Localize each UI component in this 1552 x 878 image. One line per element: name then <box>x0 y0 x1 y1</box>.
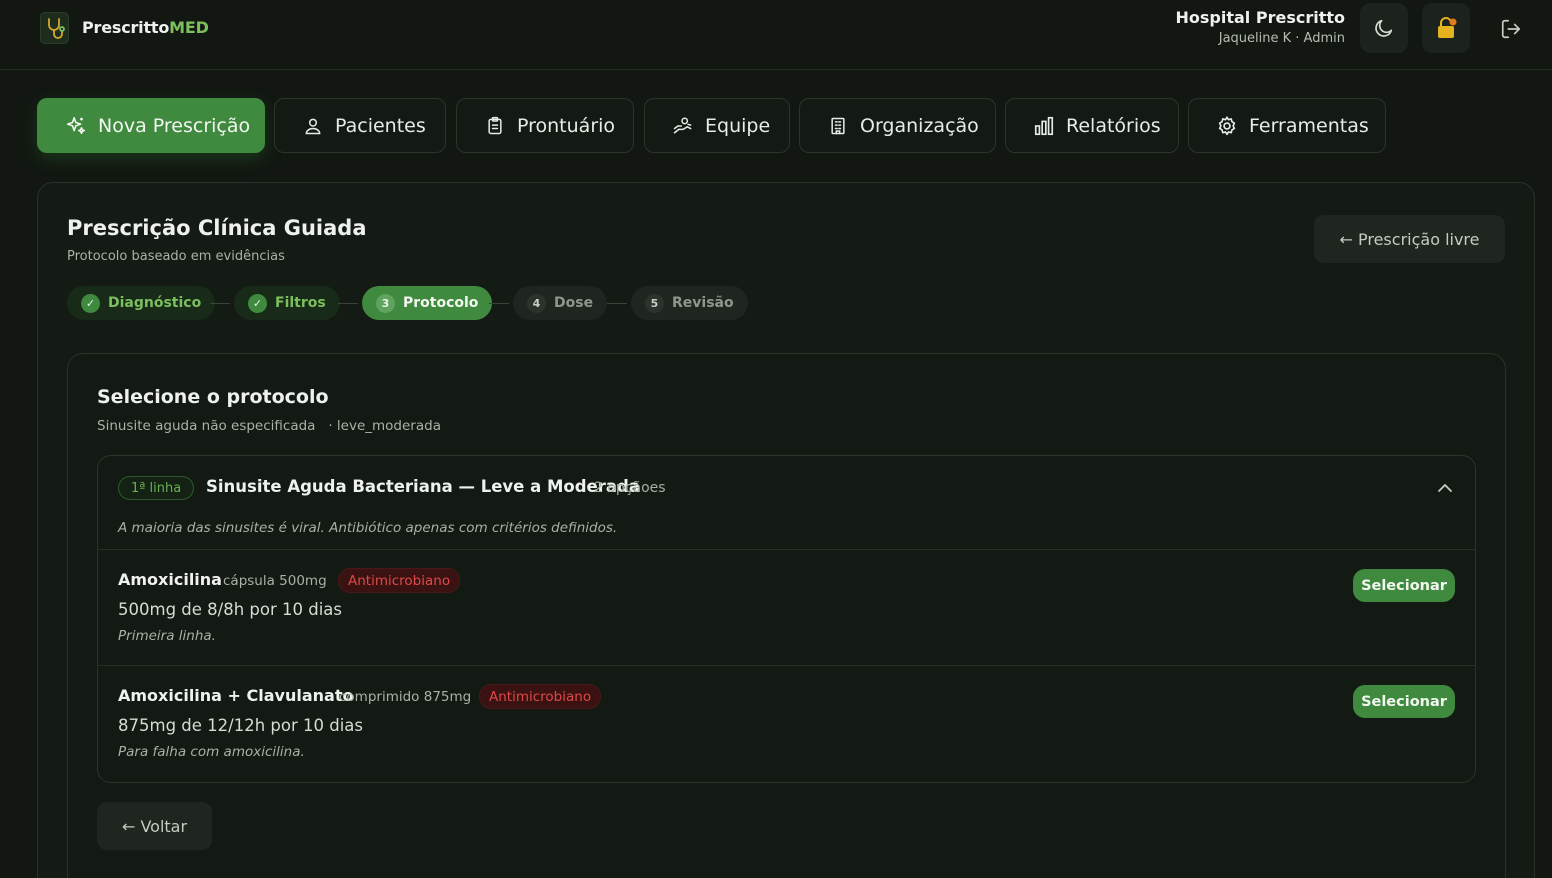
page-subtitle: Protocolo baseado em evidências <box>67 249 285 264</box>
step-separator <box>338 303 358 304</box>
dose-text: 875mg de 12/12h por 10 dias <box>118 716 364 735</box>
step-label: Diagnóstico <box>108 295 202 311</box>
tab-nova-prescricao[interactable]: Nova Prescrição <box>37 98 265 153</box>
select-button[interactable]: Selecionar <box>1353 569 1455 602</box>
protocol-note: A maioria das sinusites é viral. Antibió… <box>118 520 618 536</box>
building-icon <box>827 115 849 137</box>
team-icon <box>672 115 694 137</box>
antimicrobial-badge: Antimicrobiano <box>338 568 461 593</box>
option-row: Amoxicilina cápsula 500mg Antimicrobiano… <box>98 550 1475 666</box>
option-note: Primeira linha. <box>118 628 216 644</box>
user-icon <box>302 115 324 137</box>
drug-name: Amoxicilina + Clavulanato <box>118 686 354 705</box>
tab-relatorios[interactable]: Relatórios <box>1005 98 1179 153</box>
select-button[interactable]: Selecionar <box>1353 685 1455 718</box>
logo-stethoscope-icon <box>40 12 69 44</box>
step-filtros[interactable]: ✓ Filtros <box>234 286 340 320</box>
protocol-selection-card: Selecione o protocolo Sinusite aguda não… <box>67 353 1506 878</box>
page-title: Prescrição Clínica Guiada <box>67 216 367 240</box>
guided-prescription-panel: Prescrição Clínica Guiada Protocolo base… <box>37 182 1535 878</box>
step-separator <box>489 303 509 304</box>
step-separator <box>607 303 627 304</box>
gear-icon <box>1216 115 1238 137</box>
diagnosis-name: Sinusite aguda não especificada <box>97 418 316 434</box>
step-number: 3 <box>376 293 395 313</box>
lock-icon <box>1438 17 1457 38</box>
step-number: 4 <box>527 293 546 313</box>
tab-label: Equipe <box>705 114 771 137</box>
section-title: Selecione o protocolo <box>97 386 329 408</box>
tab-label: Prontuário <box>517 114 616 137</box>
tab-ferramentas[interactable]: Ferramentas <box>1188 98 1386 153</box>
step-diagnostico[interactable]: ✓ Diagnóstico <box>67 286 216 320</box>
drug-name: Amoxicilina <box>118 570 222 589</box>
option-row: Amoxicilina + Clavulanato comprimido 875… <box>98 666 1475 782</box>
step-label: Revisão <box>672 295 734 311</box>
step-label: Protocolo <box>403 295 479 311</box>
severity-label: · leve_moderada <box>328 418 441 434</box>
tab-equipe[interactable]: Equipe <box>644 98 790 153</box>
top-bar: PrescrittoMED Hospital Prescritto Jaquel… <box>0 0 1552 70</box>
tab-label: Relatórios <box>1066 114 1161 137</box>
protocol-group: 1ª linha Sinusite Aguda Bacteriana — Lev… <box>97 455 1476 783</box>
option-count: 2 opçãoes <box>594 480 666 496</box>
step-dose[interactable]: 4 Dose <box>513 286 608 320</box>
free-prescription-button[interactable]: ← Prescrição livre <box>1314 215 1505 263</box>
tab-organizacao[interactable]: Organização <box>799 98 996 153</box>
step-protocolo[interactable]: 3 Protocolo <box>362 286 493 320</box>
check-icon: ✓ <box>81 293 100 313</box>
lock-button[interactable] <box>1422 3 1470 53</box>
hospital-name: Hospital Prescritto <box>1175 8 1345 27</box>
step-number: 5 <box>645 293 664 313</box>
diagnosis-info: Sinusite aguda não especificada · leve_m… <box>97 418 441 434</box>
protocol-title: Sinusite Aguda Bacteriana — Leve a Moder… <box>206 477 640 496</box>
drug-form: comprimido 875mg <box>339 689 472 705</box>
user-info: Jaqueline K · Admin <box>1218 31 1345 46</box>
chevron-up-icon[interactable] <box>1436 481 1454 495</box>
dose-text: 500mg de 8/8h por 10 dias <box>118 600 343 619</box>
tab-prontuario[interactable]: Prontuário <box>456 98 634 153</box>
logout-icon <box>1501 19 1521 39</box>
brand-name: PrescrittoMED <box>82 18 209 37</box>
step-label: Dose <box>554 295 594 311</box>
line-badge: 1ª linha <box>118 476 195 500</box>
option-note: Para falha com amoxicilina. <box>118 744 305 760</box>
check-icon: ✓ <box>248 293 267 313</box>
tab-label: Organização <box>860 114 979 137</box>
step-revisao[interactable]: 5 Revisão <box>631 286 748 320</box>
moon-icon <box>1375 19 1393 37</box>
drug-form: cápsula 500mg <box>223 573 327 589</box>
tab-label: Ferramentas <box>1249 114 1369 137</box>
tab-label: Pacientes <box>335 114 426 137</box>
theme-toggle-button[interactable] <box>1360 3 1408 53</box>
sparkle-icon <box>65 115 87 137</box>
clipboard-icon <box>484 115 506 137</box>
logout-button[interactable] <box>1496 14 1526 44</box>
step-label: Filtros <box>275 295 326 311</box>
step-separator <box>210 303 230 304</box>
back-button[interactable]: ← Voltar <box>97 802 212 850</box>
chart-icon <box>1033 115 1055 137</box>
tab-pacientes[interactable]: Pacientes <box>274 98 446 153</box>
tab-label: Nova Prescrição <box>98 114 251 137</box>
antimicrobial-badge: Antimicrobiano <box>479 684 602 709</box>
